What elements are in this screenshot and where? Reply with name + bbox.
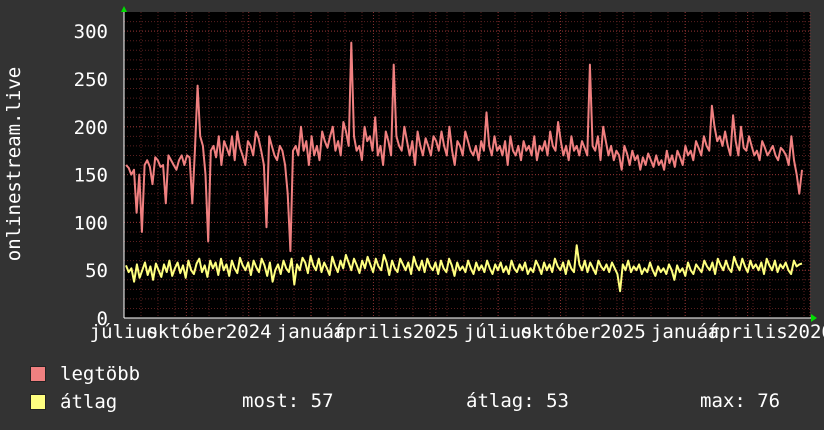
legend-label-max: legtöbb	[60, 363, 141, 385]
stat-max-value: 76	[757, 390, 781, 412]
legend-label-avg: átlag	[60, 391, 118, 413]
x-tick-labels: júliusoktóber 2024 januáráprilis 2025 július…	[90, 321, 824, 343]
legend-item-avg: átlag	[30, 391, 117, 413]
x-tick-label: október	[521, 321, 601, 343]
legend-swatch-avg	[30, 394, 46, 410]
stat-max-label: max:	[700, 390, 746, 412]
x-tick-label: 2026	[787, 321, 824, 343]
stat-avg-value: 53	[546, 390, 569, 412]
x-tick-label: április	[333, 321, 413, 343]
stat-max: max: 76	[700, 390, 780, 412]
x-tick-label: április	[708, 321, 788, 343]
legend-swatch-max	[30, 366, 46, 382]
y-tick-label: 300	[74, 21, 108, 43]
legend-item-max: legtöbb	[30, 363, 140, 385]
y-tick-label: 200	[74, 117, 108, 139]
x-tick-label: 2025	[600, 321, 646, 343]
stat-now-label: most:	[242, 390, 300, 412]
y-tick-label: 100	[74, 212, 108, 234]
stat-avg: átlag: 53	[466, 390, 569, 412]
y-axis-arrow-icon	[121, 6, 127, 12]
y-tick-label: 150	[74, 165, 108, 187]
stat-avg-label: átlag:	[466, 390, 535, 412]
stat-now: most: 57	[242, 390, 334, 412]
stat-now-value: 57	[310, 390, 334, 412]
y-tick-labels: 050100150200250300	[74, 21, 108, 330]
y-tick-label: 50	[85, 260, 108, 282]
y-axis-title: onlinestream.live	[3, 67, 25, 261]
x-tick-label: 2024	[226, 321, 272, 343]
x-tick-label: október	[146, 321, 226, 343]
y-tick-label: 250	[74, 69, 108, 91]
x-tick-label: 2025	[413, 321, 459, 343]
